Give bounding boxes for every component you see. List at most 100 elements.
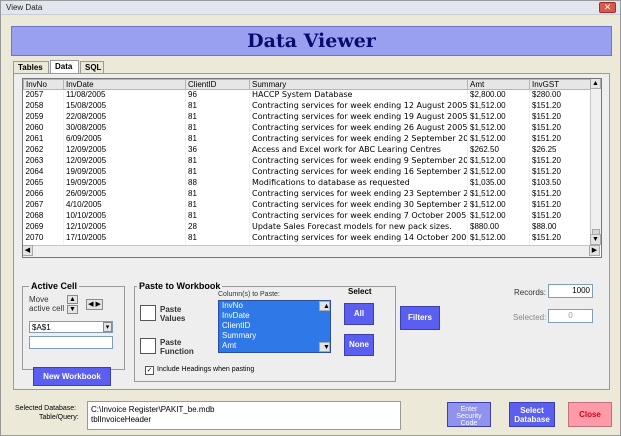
table-cell-clientid[interactable]: 81 xyxy=(185,100,250,112)
grid-horizontal-scrollbar[interactable]: ◀ ▶ xyxy=(23,245,600,257)
table-cell-invdate[interactable]: 19/09/2005 xyxy=(63,166,186,178)
table-cell-invdate[interactable]: 12/10/2005 xyxy=(63,221,186,233)
data-grid[interactable]: InvNo InvDate ClientID Summary Amt InvGS… xyxy=(22,78,602,258)
table-cell-summary[interactable]: Contracting services for week ending 19 … xyxy=(249,111,468,123)
table-cell-clientid[interactable]: 36 xyxy=(185,144,250,156)
enter-security-code-button[interactable]: Enter Security Code xyxy=(447,402,491,427)
table-cell-summary[interactable]: Contracting services for week ending 23 … xyxy=(249,188,468,200)
table-cell-summary[interactable]: Access and Excel work for ABC Learing Ce… xyxy=(249,144,468,156)
include-headings-checkbox[interactable]: ✓ xyxy=(145,366,154,375)
table-row[interactable]: 2064 19/09/2005 81 Contracting services for… xyxy=(23,166,592,178)
tab-data[interactable]: Data xyxy=(50,60,79,74)
table-cell-invno[interactable]: 2068 xyxy=(23,210,64,222)
table-cell-invdate[interactable]: 15/08/2005 xyxy=(63,100,186,112)
table-cell-invno[interactable]: 2069 xyxy=(23,221,64,233)
table-row[interactable]: 2057 11/08/2005 96 HACCP System Database $2,… xyxy=(23,89,592,101)
scroll-down-icon[interactable]: ▼ xyxy=(590,234,601,245)
table-cell-summary[interactable]: Modifications to database as requested xyxy=(249,177,468,189)
table-cell-clientid[interactable]: 96 xyxy=(185,89,250,101)
active-cell-field[interactable]: $A$1 xyxy=(29,321,113,333)
table-cell-clientid[interactable]: 81 xyxy=(185,166,250,178)
table-row[interactable]: 2059 22/08/2005 81 Contracting services for… xyxy=(23,111,592,123)
table-cell-amt[interactable]: $1,512.00 xyxy=(467,111,530,123)
table-cell-invdate[interactable]: 12/09/2005 xyxy=(63,144,186,156)
table-cell-summary[interactable]: Contracting services for week ending 26 … xyxy=(249,122,468,134)
table-cell-invdate[interactable]: 11/08/2005 xyxy=(63,89,186,101)
table-cell-invno[interactable]: 2062 xyxy=(23,144,64,156)
table-row[interactable]: 2067 4/10/2005 81 Contracting services for … xyxy=(23,199,592,211)
list-item[interactable]: ClientID xyxy=(219,321,330,331)
paste-function-icon[interactable] xyxy=(140,338,156,354)
table-cell-invno[interactable]: 2061 xyxy=(23,133,64,145)
table-row[interactable]: 2061 6/09/2005 81 Contracting services for … xyxy=(23,133,592,145)
table-cell-invgst[interactable]: $88.00 xyxy=(529,221,592,233)
table-cell-invgst[interactable]: $151.20 xyxy=(529,100,592,112)
table-cell-amt[interactable]: $1,512.00 xyxy=(467,100,530,112)
table-cell-invno[interactable]: 2070 xyxy=(23,232,64,244)
table-cell-amt[interactable]: $1,035.00 xyxy=(467,177,530,189)
table-cell-invgst[interactable]: $151.20 xyxy=(529,111,592,123)
move-left-right-button[interactable]: ◀ ▶ xyxy=(86,299,103,310)
table-cell-invno[interactable]: 2063 xyxy=(23,155,64,167)
table-cell-clientid[interactable]: 28 xyxy=(185,221,250,233)
table-cell-invno[interactable]: 2066 xyxy=(23,188,64,200)
table-cell-invgst[interactable]: $26.25 xyxy=(529,144,592,156)
paste-function-label-2[interactable]: Function xyxy=(160,347,194,356)
table-cell-amt[interactable]: $1,512.00 xyxy=(467,199,530,211)
table-row[interactable]: 2070 17/10/2005 81 Contracting services for… xyxy=(23,232,592,244)
table-row[interactable]: 2069 12/10/2005 28 Update Sales Forecast mo… xyxy=(23,221,592,233)
table-cell-summary[interactable]: HACCP System Database xyxy=(249,89,468,101)
list-item[interactable]: Amt xyxy=(219,341,330,351)
table-cell-summary[interactable]: Contracting services for week ending 14 … xyxy=(249,232,468,244)
table-cell-invgst[interactable]: $151.20 xyxy=(529,199,592,211)
table-cell-invdate[interactable]: 30/08/2005 xyxy=(63,122,186,134)
paste-function-label-1[interactable]: Paste xyxy=(160,338,181,347)
move-down-button[interactable]: ▼ xyxy=(67,305,78,314)
table-cell-invno[interactable]: 2067 xyxy=(23,199,64,211)
table-cell-amt[interactable]: $262.50 xyxy=(467,144,530,156)
active-cell-input[interactable] xyxy=(29,336,113,349)
table-row[interactable]: 2068 10/10/2005 81 Contracting services for… xyxy=(23,210,592,222)
table-cell-invno[interactable]: 2060 xyxy=(23,122,64,134)
paste-values-label-1[interactable]: Paste xyxy=(160,305,181,314)
table-cell-amt[interactable]: $1,512.00 xyxy=(467,155,530,167)
table-cell-amt[interactable]: $1,512.00 xyxy=(467,232,530,244)
table-cell-summary[interactable]: Update Sales Forecast models for new pac… xyxy=(249,221,468,233)
table-cell-invgst[interactable]: $151.20 xyxy=(529,188,592,200)
table-cell-amt[interactable]: $1,512.00 xyxy=(467,210,530,222)
list-item[interactable]: Summary xyxy=(219,331,330,341)
paste-values-icon[interactable] xyxy=(140,305,156,321)
table-row[interactable]: 2062 12/09/2005 36 Access and Excel work fo… xyxy=(23,144,592,156)
active-cell-dropdown-icon[interactable]: ▾ xyxy=(103,322,112,332)
list-item[interactable]: InvDate xyxy=(219,311,330,321)
table-cell-invgst[interactable]: $103.50 xyxy=(529,177,592,189)
table-cell-invdate[interactable]: 17/10/2005 xyxy=(63,232,186,244)
select-database-button[interactable]: Select Database xyxy=(509,402,555,427)
table-cell-clientid[interactable]: 81 xyxy=(185,232,250,244)
table-cell-invno[interactable]: 2065 xyxy=(23,177,64,189)
table-cell-clientid[interactable]: 81 xyxy=(185,111,250,123)
table-cell-summary[interactable]: Contracting services for week ending 16 … xyxy=(249,166,468,178)
paste-values-label-2[interactable]: Values xyxy=(160,314,185,323)
new-workbook-button[interactable]: New Workbook xyxy=(33,367,111,386)
select-none-button[interactable]: None xyxy=(344,334,374,356)
table-cell-invgst[interactable]: $151.20 xyxy=(529,210,592,222)
select-all-button[interactable]: All xyxy=(344,303,374,325)
table-cell-amt[interactable]: $2,800.00 xyxy=(467,89,530,101)
table-row[interactable]: 2065 19/09/2005 88 Modifications to databas… xyxy=(23,177,592,189)
scroll-right-icon[interactable]: ▶ xyxy=(589,245,600,256)
list-item[interactable]: InvNo xyxy=(219,301,330,311)
table-cell-clientid[interactable]: 81 xyxy=(185,133,250,145)
table-cell-invgst[interactable]: $151.20 xyxy=(529,122,592,134)
table-row[interactable]: 2063 12/09/2005 81 Contracting services for… xyxy=(23,155,592,167)
scroll-left-icon[interactable]: ◀ xyxy=(23,245,33,256)
table-cell-clientid[interactable]: 81 xyxy=(185,155,250,167)
columns-listbox[interactable]: InvNo InvDate ClientID Summary Amt ▲ ▼ xyxy=(218,300,331,353)
column-header-amt[interactable]: Amt xyxy=(467,79,530,90)
table-cell-summary[interactable]: Contracting services for week ending 2 S… xyxy=(249,133,468,145)
records-field[interactable]: 1000 xyxy=(548,284,593,298)
grid-vertical-scrollbar[interactable]: ▲ ▼ xyxy=(590,79,601,245)
table-cell-invgst[interactable]: $280.00 xyxy=(529,89,592,101)
table-cell-invno[interactable]: 2064 xyxy=(23,166,64,178)
move-up-button[interactable]: ▲ xyxy=(67,295,78,304)
